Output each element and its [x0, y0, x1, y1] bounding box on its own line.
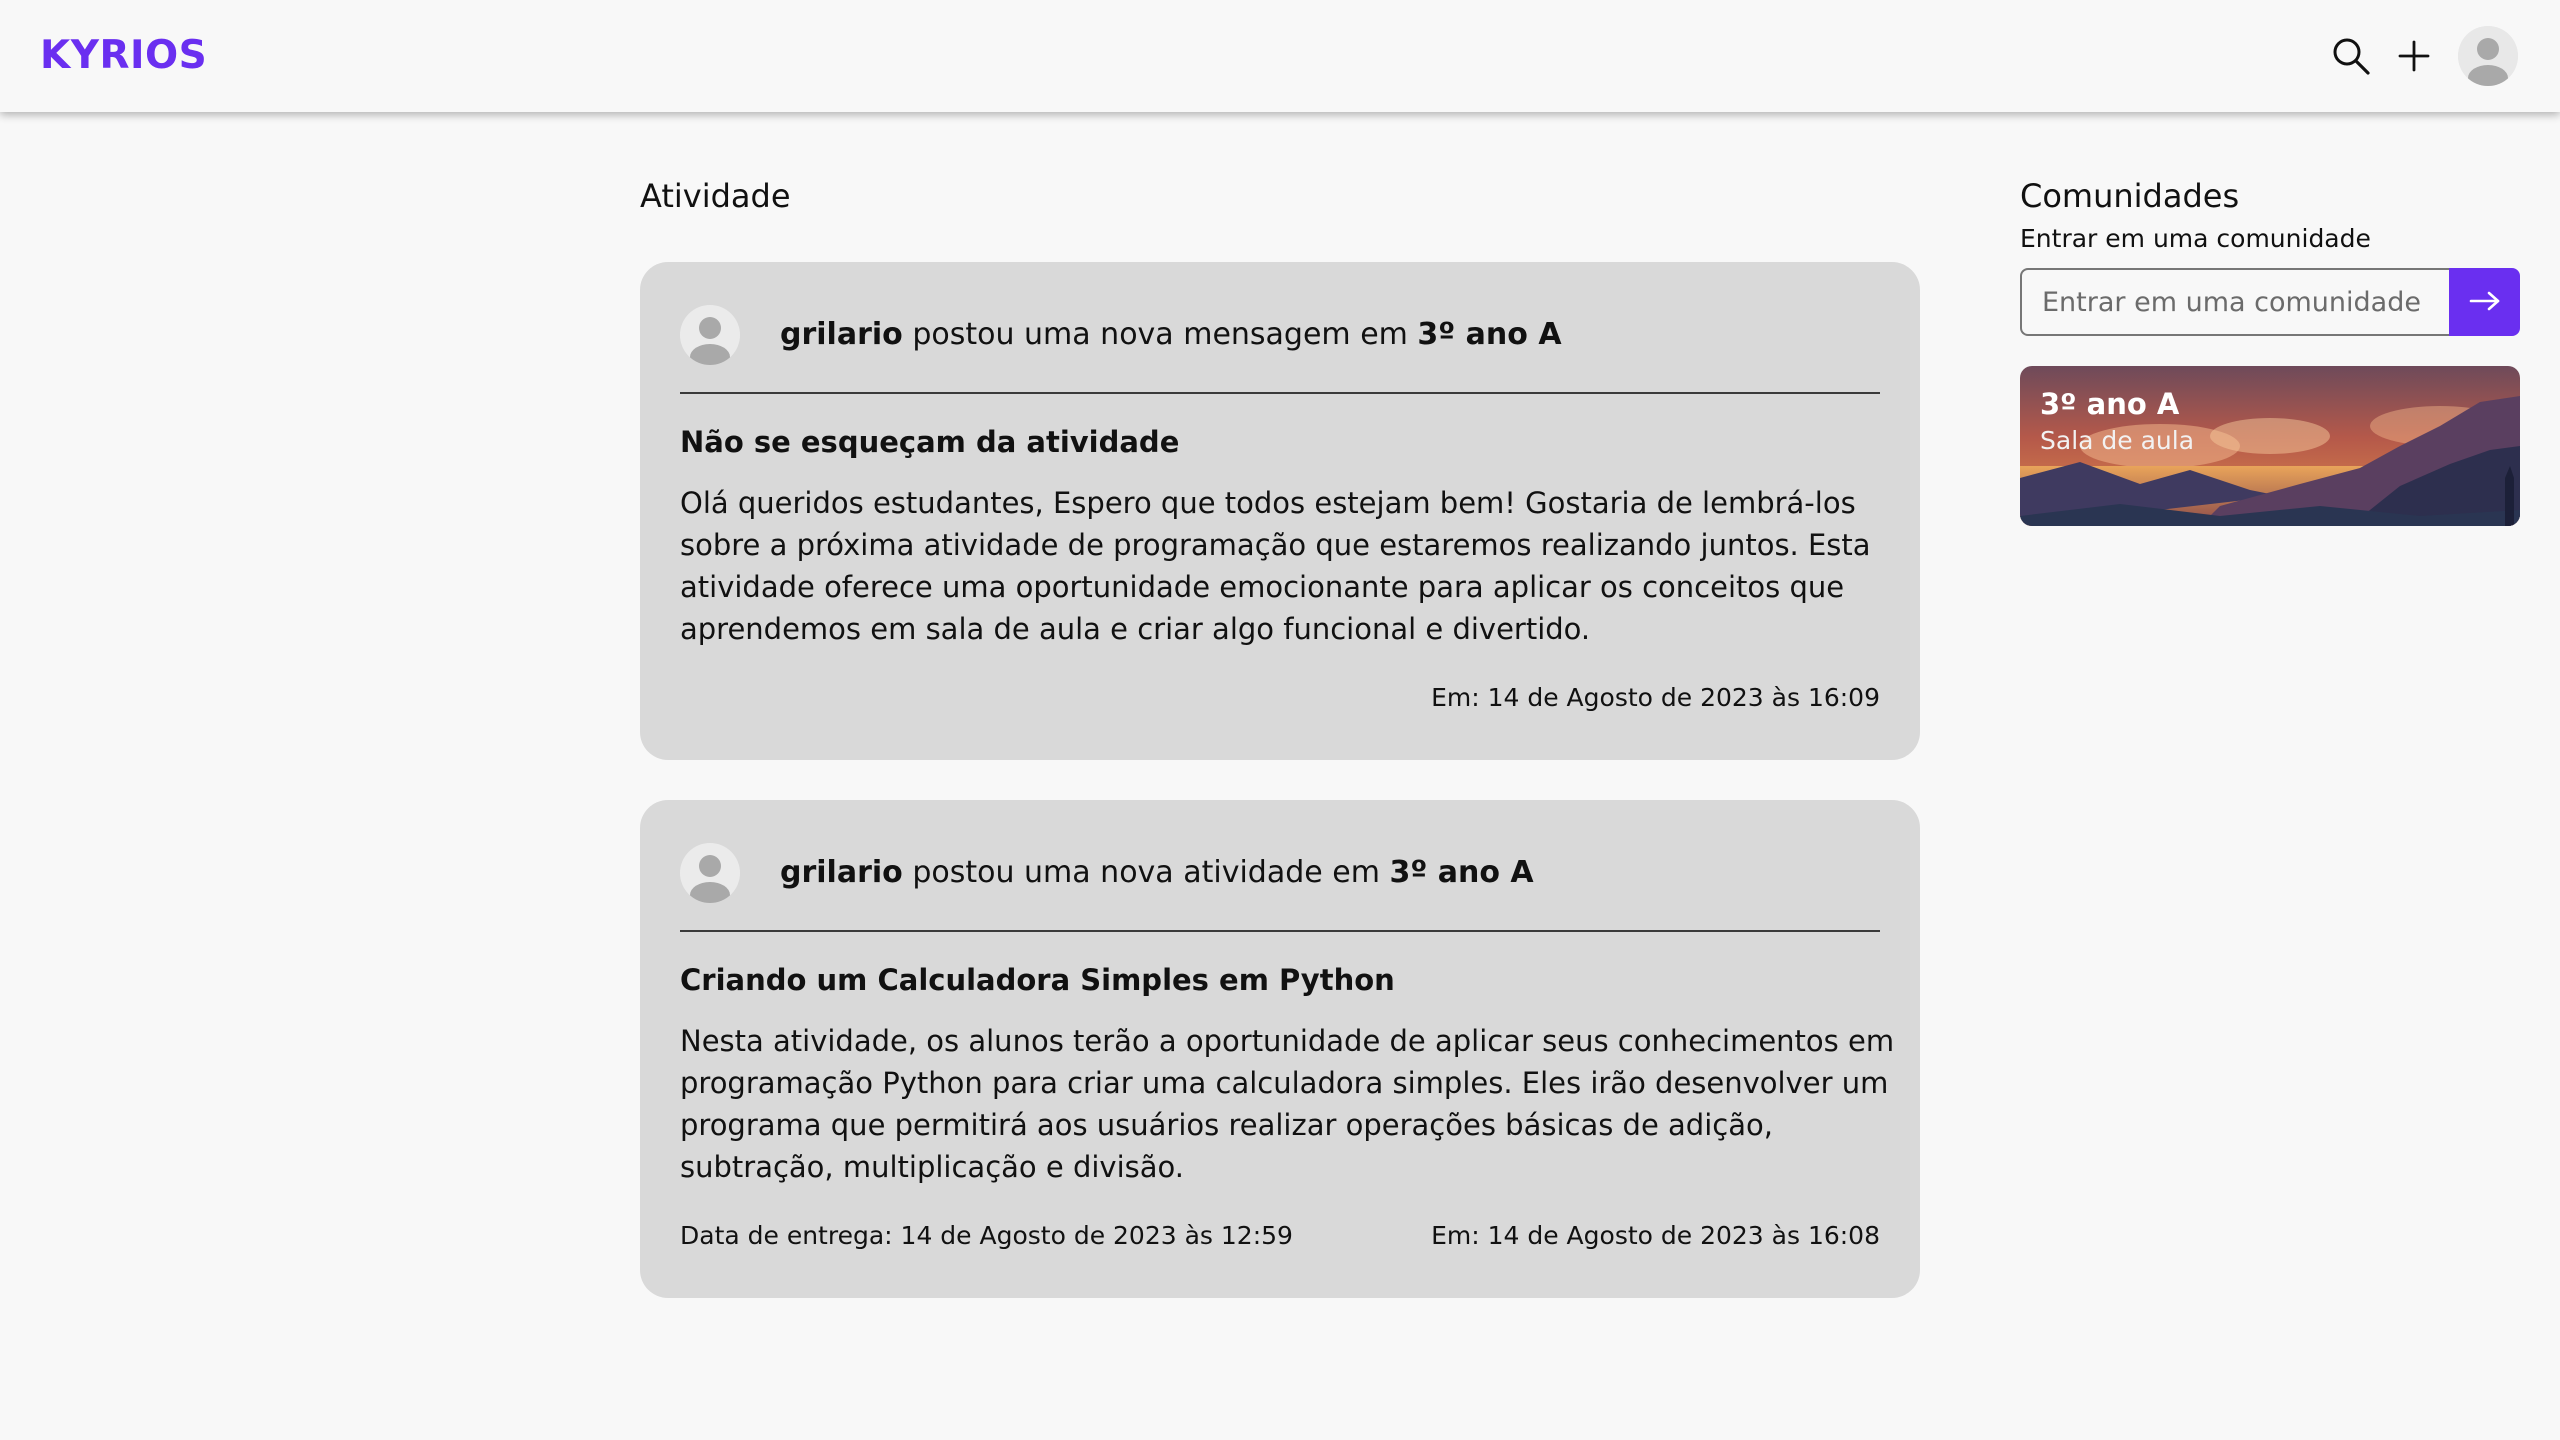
author-avatar-icon[interactable]: [680, 843, 740, 903]
post-headline: grilario postou uma nova atividade em 3º…: [780, 853, 1534, 893]
plus-icon[interactable]: [2394, 36, 2434, 76]
community-type: Sala de aula: [2040, 426, 2195, 455]
top-bar: KYRIOS: [0, 0, 2560, 112]
community-card[interactable]: 3º ano A Sala de aula: [2020, 366, 2520, 526]
divider: [680, 392, 1880, 394]
join-community-button[interactable]: [2449, 268, 2520, 336]
post-community[interactable]: 3º ano A: [1417, 317, 1561, 352]
community-name: 3º ano A: [2040, 387, 2180, 421]
communities-title: Comunidades: [2020, 177, 2240, 215]
activity-card[interactable]: grilario postou uma nova atividade em 3º…: [640, 800, 1920, 1298]
post-body: Nesta atividade, os alunos terão a oport…: [680, 1024, 1895, 1184]
post-author[interactable]: grilario: [780, 855, 903, 890]
post-subject: Não se esqueçam da atividade: [680, 425, 1180, 459]
post-timestamp: Em: 14 de Agosto de 2023 às 16:08: [1431, 1221, 1880, 1250]
post-due-date: Data de entrega: 14 de Agosto de 2023 às…: [680, 1221, 1293, 1250]
user-avatar-icon[interactable]: [2458, 26, 2518, 86]
post-subject: Criando um Calculadora Simples em Python: [680, 963, 1395, 997]
post-timestamp: Em: 14 de Agosto de 2023 às 16:09: [1431, 683, 1880, 712]
post-action: postou uma nova mensagem em: [912, 317, 1408, 352]
app-logo[interactable]: KYRIOS: [40, 30, 207, 82]
post-body: Olá queridos estudantes, Espero que todo…: [680, 486, 1871, 646]
join-community-label: Entrar em uma comunidade: [2020, 224, 2371, 253]
arrow-right-icon: [2469, 290, 2501, 315]
divider: [680, 930, 1880, 932]
post-community[interactable]: 3º ano A: [1389, 855, 1533, 890]
post-header: grilario postou uma nova mensagem em 3º …: [680, 302, 1880, 368]
activity-title: Atividade: [640, 177, 791, 215]
post-author[interactable]: grilario: [780, 317, 903, 352]
author-avatar-icon[interactable]: [680, 305, 740, 365]
activity-card[interactable]: grilario postou uma nova mensagem em 3º …: [640, 262, 1920, 760]
post-headline: grilario postou uma nova mensagem em 3º …: [780, 315, 1562, 355]
search-icon[interactable]: [2329, 34, 2373, 78]
post-action: postou uma nova atividade em: [912, 855, 1380, 890]
join-community-input[interactable]: [2020, 268, 2450, 336]
post-header: grilario postou uma nova atividade em 3º…: [680, 840, 1880, 906]
